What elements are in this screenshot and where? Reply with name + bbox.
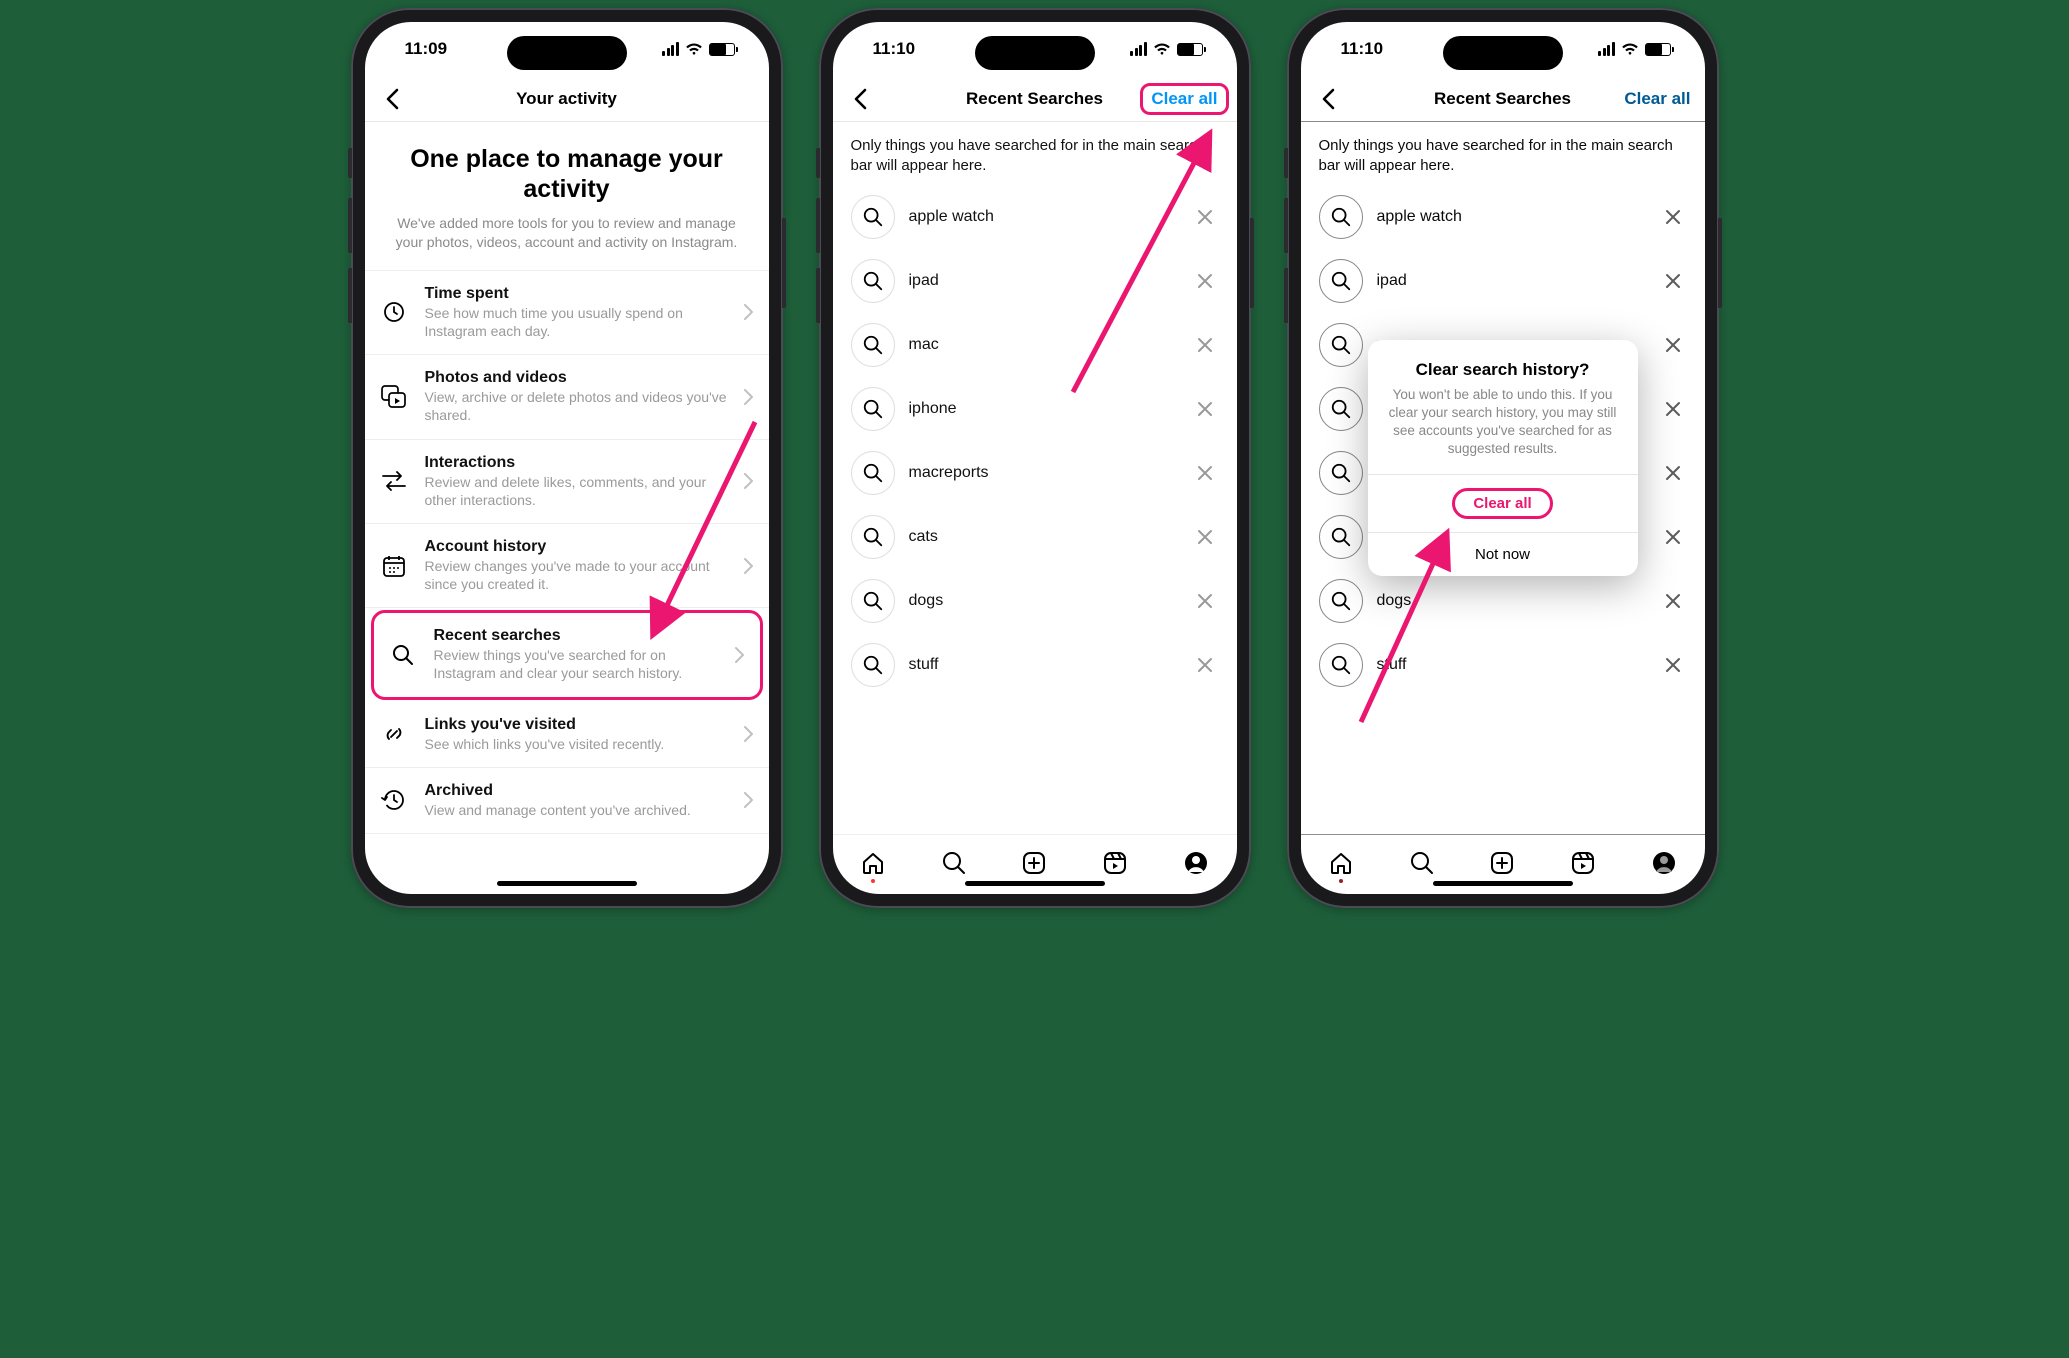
phone-1: 11:09 Your activity One place to manage … <box>351 8 783 908</box>
nav-title: Recent Searches <box>966 89 1103 109</box>
tab-home[interactable] <box>859 849 887 877</box>
chevron-right-icon <box>744 473 753 489</box>
row-links-visited[interactable]: Links you've visitedSee which links you'… <box>365 702 769 768</box>
remove-search-button[interactable] <box>1191 331 1219 359</box>
search-row[interactable]: cats <box>833 505 1237 569</box>
search-row[interactable]: mac <box>833 313 1237 377</box>
chevron-right-icon <box>744 558 753 574</box>
modal-body: You won't be able to undo this. If you c… <box>1386 386 1620 459</box>
tab-reels[interactable] <box>1101 849 1129 877</box>
signal-icon <box>662 42 679 56</box>
phone-2: 11:10 Recent Searches Clear all Only thi… <box>819 8 1251 908</box>
search-row[interactable]: macreports <box>833 441 1237 505</box>
search-term: ipad <box>909 272 1177 290</box>
remove-search-button[interactable] <box>1191 395 1219 423</box>
battery-icon <box>709 43 735 56</box>
row-recent-searches[interactable]: Recent searchesReview things you've sear… <box>371 610 763 699</box>
search-row[interactable]: ipad <box>833 249 1237 313</box>
remove-search-button[interactable] <box>1191 651 1219 679</box>
search-icon <box>851 323 895 367</box>
search-term: stuff <box>909 656 1177 674</box>
dynamic-island <box>507 36 627 70</box>
search-term: dogs <box>909 592 1177 610</box>
row-interactions[interactable]: InteractionsReview and delete likes, com… <box>365 440 769 524</box>
search-term: iphone <box>909 400 1177 418</box>
row-time-spent[interactable]: Time spentSee how much time you usually … <box>365 271 769 355</box>
back-button[interactable] <box>379 86 405 112</box>
chevron-right-icon <box>735 647 744 663</box>
dynamic-island <box>1443 36 1563 70</box>
search-icon <box>388 643 418 667</box>
clock-icon <box>379 300 409 324</box>
remove-search-button[interactable] <box>1191 523 1219 551</box>
confirm-modal: Clear search history? You won't be able … <box>1368 340 1638 577</box>
back-button[interactable] <box>847 86 873 112</box>
clear-all-button[interactable]: Clear all <box>1140 83 1228 115</box>
home-indicator <box>965 881 1105 886</box>
search-term: mac <box>909 336 1177 354</box>
wifi-icon <box>1153 42 1171 56</box>
tab-create[interactable] <box>1020 849 1048 877</box>
search-icon <box>851 451 895 495</box>
search-row[interactable]: dogs <box>833 569 1237 633</box>
hero-title: One place to manage your activity <box>393 144 741 204</box>
status-time: 11:09 <box>405 39 448 59</box>
wifi-icon <box>685 42 703 56</box>
hero-subtitle: We've added more tools for you to review… <box>393 214 741 252</box>
search-term: apple watch <box>909 208 1177 226</box>
search-icon <box>851 579 895 623</box>
search-row[interactable]: stuff <box>833 633 1237 697</box>
chevron-right-icon <box>744 792 753 808</box>
dynamic-island <box>975 36 1095 70</box>
chevron-right-icon <box>744 304 753 320</box>
remove-search-button[interactable] <box>1191 459 1219 487</box>
search-icon <box>851 515 895 559</box>
modal-overlay: Clear search history? You won't be able … <box>1301 22 1705 894</box>
nav-bar: Recent Searches Clear all <box>833 76 1237 122</box>
row-account-history[interactable]: Account historyReview changes you've mad… <box>365 524 769 608</box>
arrows-icon <box>379 471 409 491</box>
home-indicator <box>497 881 637 886</box>
remove-search-button[interactable] <box>1191 267 1219 295</box>
home-indicator <box>1433 881 1573 886</box>
calendar-icon <box>379 554 409 578</box>
search-icon <box>851 259 895 303</box>
link-icon <box>379 721 409 747</box>
chevron-left-icon <box>385 88 399 110</box>
remove-search-button[interactable] <box>1191 587 1219 615</box>
battery-icon <box>1177 43 1203 56</box>
row-archived[interactable]: ArchivedView and manage content you've a… <box>365 768 769 834</box>
status-time: 11:10 <box>873 39 916 59</box>
chevron-right-icon <box>744 389 753 405</box>
tab-search[interactable] <box>940 849 968 877</box>
signal-icon <box>1130 42 1147 56</box>
chevron-right-icon <box>744 726 753 742</box>
search-icon <box>851 643 895 687</box>
history-icon <box>379 788 409 812</box>
search-term: cats <box>909 528 1177 546</box>
tab-profile[interactable] <box>1182 849 1210 877</box>
chevron-left-icon <box>853 88 867 110</box>
search-term: macreports <box>909 464 1177 482</box>
photos-icon <box>379 385 409 409</box>
description: Only things you have searched for in the… <box>833 122 1237 185</box>
phone-3: 11:10 Recent Searches Clear all Only thi… <box>1287 8 1719 908</box>
search-row[interactable]: iphone <box>833 377 1237 441</box>
modal-title: Clear search history? <box>1386 360 1620 380</box>
modal-not-now-button[interactable]: Not now <box>1368 532 1638 576</box>
modal-clear-all-button[interactable]: Clear all <box>1368 474 1638 532</box>
search-icon <box>851 195 895 239</box>
nav-title: Your activity <box>516 89 617 109</box>
search-row[interactable]: apple watch <box>833 185 1237 249</box>
search-icon <box>851 387 895 431</box>
nav-bar: Your activity <box>365 76 769 122</box>
row-photos-videos[interactable]: Photos and videosView, archive or delete… <box>365 355 769 439</box>
remove-search-button[interactable] <box>1191 203 1219 231</box>
